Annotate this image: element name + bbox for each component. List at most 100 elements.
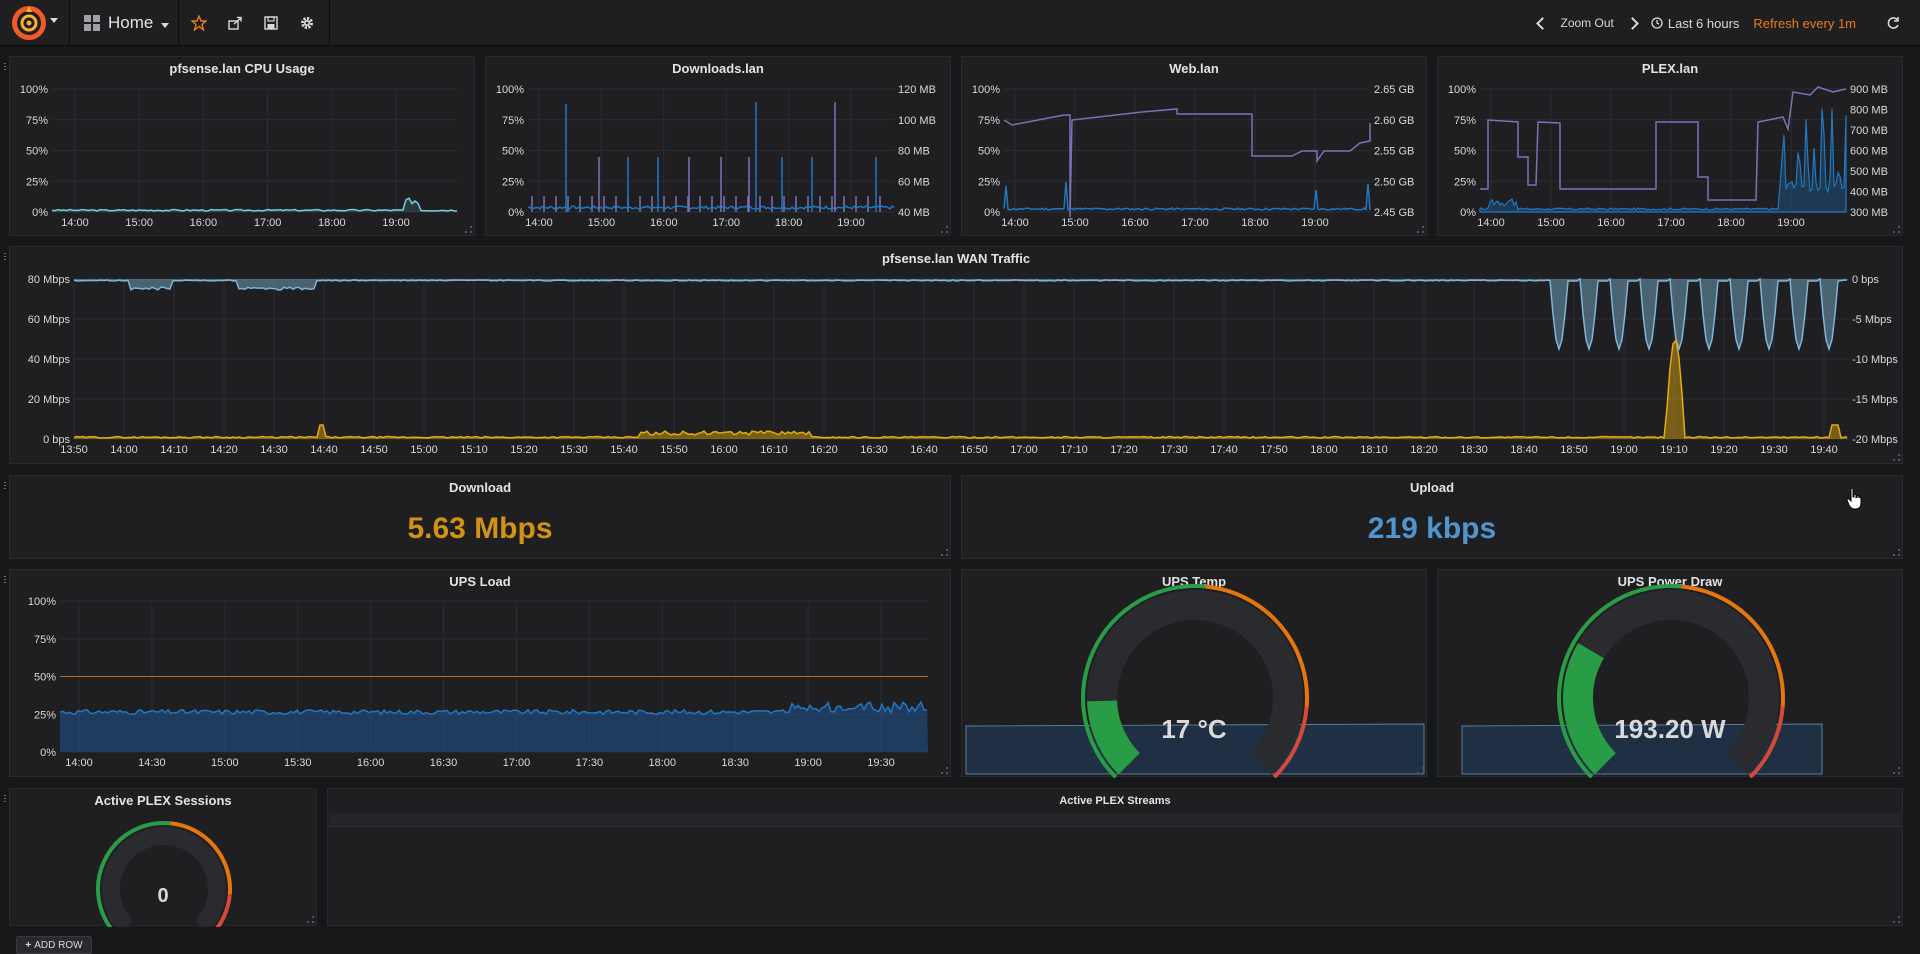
y-tick-label: 60 Mbps [28,314,71,326]
y-tick-label: 0% [508,207,524,219]
panel-title[interactable]: Upload [962,480,1902,495]
panel-resize-handle[interactable] [1417,767,1424,774]
upload-line [73,277,1848,352]
x-tick-label: 17:00 [712,217,740,229]
panel-resize-handle[interactable] [1893,226,1900,233]
x-tick-label: 16:20 [810,444,838,456]
plex-lan-graph[interactable]: 100% 75% 50% 25% 0% 900 MB 800 MB 700 MB 600 MB 5… [1438,57,1904,237]
y2-tick-label: 2.60 GB [1374,115,1414,127]
gauge-background-arc [102,827,226,927]
chevron-right-icon[interactable] [1625,16,1639,30]
nav-separator [69,0,70,46]
upload-value: 219 kbps [1367,512,1497,545]
logo-caret-icon[interactable] [50,18,58,23]
panel-resize-handle[interactable] [1893,767,1900,774]
x-tick-label: 19:00 [1777,217,1805,229]
x-tick-label: 18:30 [721,757,749,769]
wan-traffic-panel: pfsense.lan WAN Traffic 80 Mbps 60 Mbps 40… [9,246,1903,464]
y-tick-label: 50% [26,146,48,158]
top-navbar: Home Zoom Out Last 6 hours Refresh every… [0,0,1920,46]
x-tick-label: 15:00 [588,217,616,229]
y-tick-label: 0% [32,207,48,219]
y2-tick-label: 80 MB [898,146,930,158]
y2-tick-label: 900 MB [1850,84,1888,96]
y-tick-label: 100% [1448,84,1476,96]
x-tick-label: 14:30 [260,444,288,456]
plex-lan-panel: PLEX.lan 100% 75% 50% 25% 0% 900 MB 800 MB 700 … [1437,56,1903,236]
y-tick-label: 40 Mbps [28,354,71,366]
row-drag-handle[interactable] [3,252,7,262]
y-tick-label: 50% [1454,146,1476,158]
x-tick-label: 14:10 [160,444,188,456]
time-range-picker[interactable]: Last 6 hours [1651,16,1739,31]
x-tick-label: 15:30 [284,757,312,769]
panel-title[interactable]: Active PLEX Streams [328,795,1902,807]
grafana-logo-icon[interactable] [10,4,48,42]
web-lan-graph[interactable]: 100% 75% 50% 25% 0% 2.65 GB 2.60 GB 2.55 GB 2.50… [962,57,1428,237]
y-tick-label: 50% [34,672,56,684]
ups-load-area [60,702,928,752]
ups-temp-value: 17 °C [1161,714,1227,744]
ups-power-value: 193.20 W [1614,714,1726,744]
panel-resize-handle[interactable] [941,767,948,774]
refresh-icon[interactable] [1886,16,1900,30]
panel-resize-handle[interactable] [1893,454,1900,461]
x-tick-label: 16:00 [190,217,218,229]
x-tick-label: 14:30 [138,757,166,769]
panel-resize-handle[interactable] [307,916,314,923]
x-tick-label: 18:00 [318,217,346,229]
share-button[interactable] [225,13,245,33]
x-tick-label: 14:00 [1001,217,1029,229]
row-drag-handle[interactable] [3,62,7,72]
settings-button[interactable] [297,13,317,33]
download-value: 5.63 Mbps [407,512,553,545]
clock-icon [1651,17,1663,29]
x-tick-label: 14:50 [360,444,388,456]
panel-resize-handle[interactable] [1417,226,1424,233]
panel-resize-handle[interactable] [1893,549,1900,556]
x-tick-label: 18:50 [1560,444,1588,456]
panel-resize-handle[interactable] [941,549,948,556]
panel-resize-handle[interactable] [941,226,948,233]
refresh-interval-label[interactable]: Refresh every 1m [1753,16,1856,31]
x-tick-label: 16:30 [430,757,458,769]
streams-table-header [329,813,1901,827]
downloads-lan-graph[interactable]: 100% 75% 50% 25% 0% 120 MB 100 MB 80 MB 60 MB 40 … [486,57,952,237]
row-drag-handle[interactable] [3,794,7,804]
x-tick-label: 19:00 [1301,217,1329,229]
x-tick-label: 18:40 [1510,444,1538,456]
star-icon [191,15,207,31]
x-tick-label: 15:00 [410,444,438,456]
y2-tick-label: 0 bps [1852,274,1879,286]
save-icon [264,16,278,30]
y-tick-label: 0% [984,207,1000,219]
panel-title[interactable]: Download [10,480,950,495]
x-tick-label: 15:00 [211,757,239,769]
star-button[interactable] [189,13,209,33]
panel-resize-handle[interactable] [1893,916,1900,923]
x-tick-label: 19:00 [1610,444,1638,456]
wan-traffic-graph[interactable]: 80 Mbps60 Mbps40 Mbps20 Mbps0 bps0 bps-5… [10,247,1904,465]
x-tick-label: 14:00 [525,217,553,229]
cpu-usage-graph[interactable]: 100% 75% 50% 25% 0% 14:00 15:00 16:00 17:00 18:00… [10,57,476,237]
y2-tick-label: 400 MB [1850,187,1888,199]
ups-load-graph[interactable]: 100% 75% 50% 25% 0% 14:00 14:30 15:00 15:30 16:00… [10,570,952,778]
chevron-left-icon[interactable] [1535,16,1549,30]
row-drag-handle[interactable] [3,481,7,491]
settings-gear-icon [301,17,313,29]
add-row-button[interactable]: + ADD ROW [16,936,92,954]
y-tick-label: 75% [26,115,48,127]
zoom-out-button[interactable]: Zoom Out [1561,16,1614,30]
y2-tick-label: 600 MB [1850,146,1888,158]
dashboard-picker-button[interactable]: Home [84,12,170,34]
panel-resize-handle[interactable] [465,226,472,233]
y-tick-label: 25% [978,176,1000,188]
row-drag-handle[interactable] [3,575,7,585]
save-button[interactable] [261,13,281,33]
x-tick-label: 17:10 [1060,444,1088,456]
x-tick-label: 14:00 [1477,217,1505,229]
x-tick-label: 15:00 [1537,217,1565,229]
plex-sessions-value: 0 [157,885,169,907]
cpu-usage-panel: pfsense.lan CPU Usage 100% 75% 50% 25% 0% 14:… [9,56,475,236]
x-tick-label: 19:00 [837,217,865,229]
